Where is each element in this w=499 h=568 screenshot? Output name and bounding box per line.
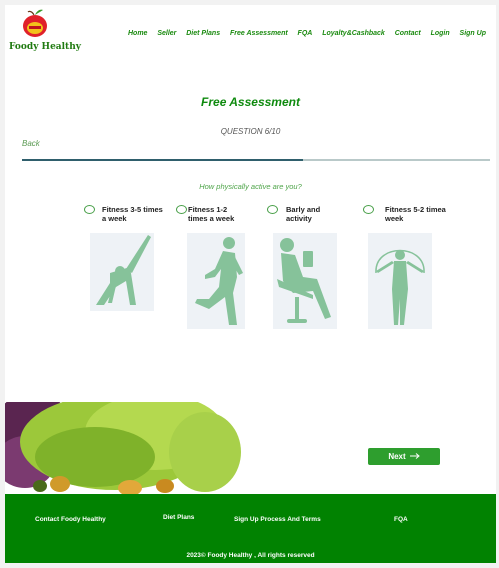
- footer: Contact Foody Healthy Diet Plans Sign Up…: [5, 494, 496, 563]
- footer-link-contact[interactable]: Contact Foody Healthy: [35, 516, 106, 523]
- option-label: Fitness 5-2 timea week: [385, 205, 446, 223]
- triangle-pose-figure-icon: [90, 233, 154, 311]
- next-button[interactable]: Next: [368, 448, 440, 465]
- back-link[interactable]: Back: [22, 139, 40, 148]
- logo-text: Foody Healthy: [9, 42, 81, 52]
- question-text: How physically active are you?: [199, 182, 302, 191]
- page: Foody Healthy Home Seller Diet Plans Fre…: [5, 5, 496, 563]
- option-radio[interactable]: [363, 205, 374, 214]
- nav-loyalty-cashback[interactable]: Loyalty&Cashback: [322, 30, 385, 37]
- progress-bar: [22, 159, 490, 161]
- copyright-text: 2023© Foody Healthy , All rights reserve…: [186, 552, 315, 559]
- option-radio[interactable]: [176, 205, 187, 214]
- nav-login[interactable]: Login: [431, 30, 450, 37]
- logo[interactable]: Foody Healthy: [7, 7, 81, 55]
- option-label: Barly and activity: [286, 205, 321, 223]
- nav-fqa[interactable]: FQA: [298, 30, 313, 37]
- main-nav: Home Seller Diet Plans Free Assessment F…: [128, 30, 486, 37]
- page-title: Free Assessment: [201, 95, 300, 109]
- nav-home[interactable]: Home: [128, 30, 147, 37]
- nav-seller[interactable]: Seller: [157, 30, 176, 37]
- arrow-right-icon: [409, 452, 420, 461]
- nav-free-assessment[interactable]: Free Assessment: [230, 30, 288, 37]
- footer-link-signup-terms[interactable]: Sign Up Process And Terms: [234, 516, 321, 523]
- question-counter: QUESTION 6/10: [220, 127, 281, 136]
- option-radio[interactable]: [84, 205, 95, 214]
- nav-sign-up[interactable]: Sign Up: [460, 30, 486, 37]
- jump-rope-figure-icon: [368, 233, 432, 329]
- nav-contact[interactable]: Contact: [395, 30, 421, 37]
- sitting-reading-figure-icon: [273, 233, 337, 329]
- progress-fill: [22, 159, 303, 161]
- option-label: Fitness 1-2 times a week: [188, 205, 235, 223]
- footer-link-diet-plans[interactable]: Diet Plans: [163, 514, 194, 521]
- next-button-label: Next: [388, 452, 406, 461]
- apple-logo-icon: [23, 9, 47, 37]
- footer-link-fqa[interactable]: FQA: [394, 516, 408, 523]
- vegetables-image: [5, 402, 241, 494]
- option-radio[interactable]: [267, 205, 278, 214]
- running-figure-icon: [187, 233, 245, 329]
- option-label: Fitness 3-5 times a week: [102, 205, 163, 223]
- nav-diet-plans[interactable]: Diet Plans: [186, 30, 220, 37]
